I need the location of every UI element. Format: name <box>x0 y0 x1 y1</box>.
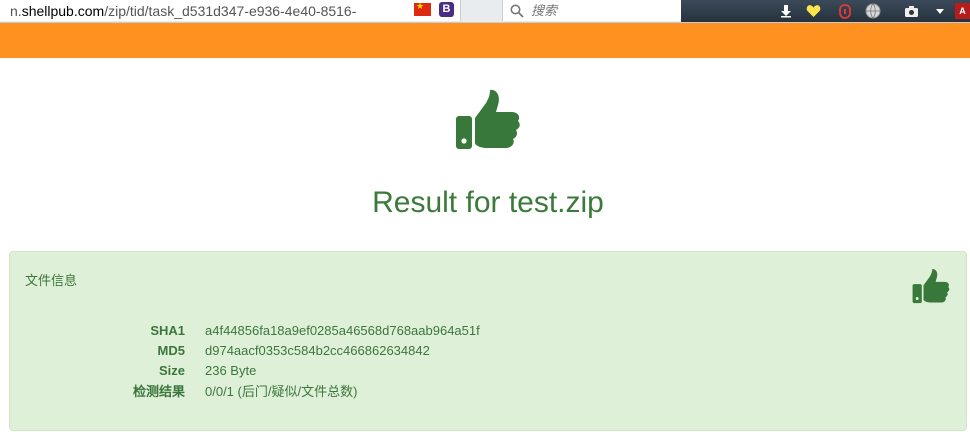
site-header-bar <box>0 23 970 58</box>
menu-arrow-icon[interactable] <box>932 3 948 19</box>
url-domain: shellpub.com <box>21 2 105 19</box>
info-row-md5: MD5 d974aacf0353c584b2cc466862634842 <box>10 340 710 360</box>
page-title: Result for test.zip <box>372 186 604 219</box>
thumbs-up-icon <box>912 268 950 306</box>
info-row-sha1: SHA1 a4f44856fa18a9ef0285a46568d768aab96… <box>10 320 710 340</box>
file-info-list: SHA1 a4f44856fa18a9ef0285a46568d768aab96… <box>10 320 710 400</box>
info-value: d974aacf0353c584b2cc466862634842 <box>205 342 430 358</box>
url-text[interactable]: n.shellpub.com/zip/tid/task_d531d347-e93… <box>10 3 388 19</box>
search-input[interactable] <box>529 2 673 19</box>
url-path: /zip/tid/task_d531d347-e936-4e40-8516- <box>104 2 357 19</box>
info-row-detection-result: 检测结果 0/0/1 (后门/疑似/文件总数) <box>10 380 710 400</box>
info-key: Size <box>158 362 185 378</box>
browser-search-box[interactable] <box>502 0 682 21</box>
info-value: a4f44856fa18a9ef0285a46568d768aab964a51f <box>205 322 480 338</box>
camera-icon[interactable] <box>903 3 919 19</box>
search-icon[interactable] <box>509 3 525 19</box>
info-key: SHA1 <box>150 322 185 338</box>
shield-icon[interactable] <box>837 3 853 19</box>
panel-heading: 文件信息 <box>25 273 78 288</box>
browser-toolbar: n.shellpub.com/zip/tid/task_d531d347-e93… <box>0 0 970 23</box>
url-prefix: n. <box>10 2 22 19</box>
china-flag-icon[interactable] <box>414 1 431 16</box>
heart-icon[interactable] <box>805 3 821 19</box>
info-value: 0/0/1 (后门/疑似/文件总数) <box>205 383 358 399</box>
thumbs-up-icon <box>455 88 521 154</box>
address-bar[interactable]: n.shellpub.com/zip/tid/task_d531d347-e93… <box>0 0 461 21</box>
addon-red-icon[interactable]: A <box>955 3 970 19</box>
bootstrap-b-icon[interactable]: B <box>439 2 454 17</box>
info-key: 检测结果 <box>132 383 185 399</box>
info-value: 236 Byte <box>205 362 257 378</box>
download-icon[interactable] <box>778 3 794 19</box>
info-key: MD5 <box>157 342 185 358</box>
addon-toolbar: A <box>681 0 970 22</box>
globe-icon[interactable] <box>865 3 881 19</box>
file-info-panel: 文件信息 SHA1 a4f44856fa18a9ef0285a46568d768… <box>9 251 967 431</box>
info-row-size: Size 236 Byte <box>10 360 710 380</box>
